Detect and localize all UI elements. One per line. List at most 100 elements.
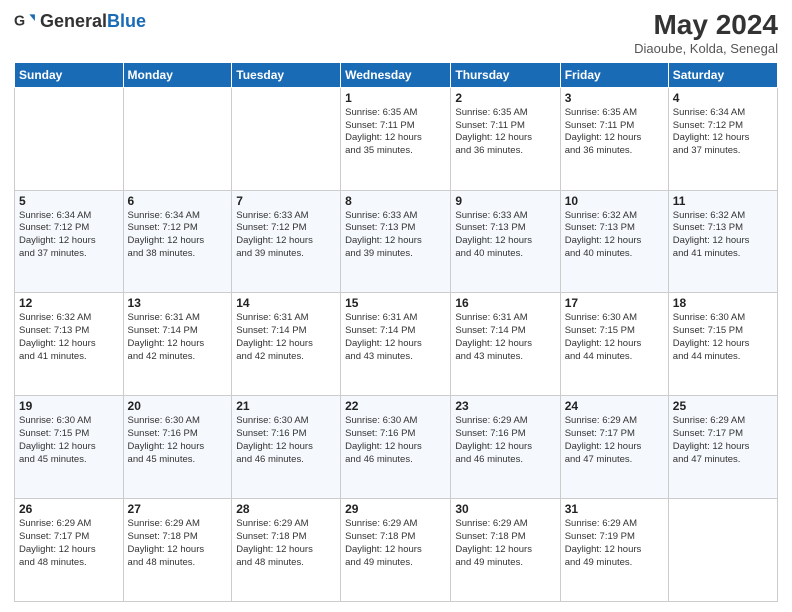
calendar-cell: 28Sunrise: 6:29 AM Sunset: 7:18 PM Dayli… [232, 499, 341, 602]
page-header: G GeneralBlue May 2024 Diaoube, Kolda, S… [14, 10, 778, 56]
day-info: Sunrise: 6:32 AM Sunset: 7:13 PM Dayligh… [673, 210, 773, 261]
day-number: 9 [455, 194, 555, 208]
generalblue-logo-icon: G [14, 10, 36, 32]
calendar-cell: 13Sunrise: 6:31 AM Sunset: 7:14 PM Dayli… [123, 293, 232, 396]
calendar-week-row: 5 Sunrise: 6:34 AM Sunset: 7:12 PM Daylig… [15, 190, 778, 293]
day-info: Sunrise: 6:29 AM Sunset: 7:16 PM Dayligh… [455, 415, 555, 466]
day-info: Sunrise: 6:30 AM Sunset: 7:16 PM Dayligh… [128, 415, 228, 466]
calendar-cell: 31Sunrise: 6:29 AM Sunset: 7:19 PM Dayli… [560, 499, 668, 602]
logo: G GeneralBlue [14, 10, 146, 32]
col-tuesday: Tuesday [232, 62, 341, 87]
col-thursday: Thursday [451, 62, 560, 87]
day-number: 7 [236, 194, 336, 208]
day-info: Sunrise: 6:30 AM Sunset: 7:16 PM Dayligh… [236, 415, 336, 466]
day-number: 15 [345, 296, 446, 310]
day-number: 14 [236, 296, 336, 310]
calendar-cell: 1 Sunrise: 6:35 AM Sunset: 7:11 PM Daylig… [341, 87, 451, 190]
calendar-week-row: 1 Sunrise: 6:35 AM Sunset: 7:11 PM Daylig… [15, 87, 778, 190]
day-number: 19 [19, 399, 119, 413]
day-number: 5 [19, 194, 119, 208]
day-number: 24 [565, 399, 664, 413]
day-info: Sunrise: 6:29 AM Sunset: 7:19 PM Dayligh… [565, 518, 664, 569]
day-number: 18 [673, 296, 773, 310]
day-info: Sunrise: 6:29 AM Sunset: 7:17 PM Dayligh… [19, 518, 119, 569]
calendar-cell: 27 Sunrise: 6:29 AM Sunset: 7:18 PM Dayli… [123, 499, 232, 602]
day-info: Sunrise: 6:32 AM Sunset: 7:13 PM Dayligh… [565, 210, 664, 261]
day-info: Sunrise: 6:29 AM Sunset: 7:17 PM Dayligh… [673, 415, 773, 466]
day-info: Sunrise: 6:35 AM Sunset: 7:11 PM Dayligh… [345, 107, 446, 158]
calendar-week-row: 26 Sunrise: 6:29 AM Sunset: 7:17 PM Dayli… [15, 499, 778, 602]
day-info: Sunrise: 6:29 AM Sunset: 7:18 PM Dayligh… [128, 518, 228, 569]
calendar-cell: 3 Sunrise: 6:35 AM Sunset: 7:11 PM Daylig… [560, 87, 668, 190]
day-info: Sunrise: 6:34 AM Sunset: 7:12 PM Dayligh… [19, 210, 119, 261]
day-number: 27 [128, 502, 228, 516]
calendar-header-row: Sunday Monday Tuesday Wednesday Thursday… [15, 62, 778, 87]
calendar-cell: 15 Sunrise: 6:31 AM Sunset: 7:14 PM Dayli… [341, 293, 451, 396]
calendar-cell: 17 Sunrise: 6:30 AM Sunset: 7:15 PM Dayli… [560, 293, 668, 396]
calendar-cell: 30Sunrise: 6:29 AM Sunset: 7:18 PM Dayli… [451, 499, 560, 602]
day-number: 2 [455, 91, 555, 105]
calendar-cell: 23 Sunrise: 6:29 AM Sunset: 7:16 PM Dayli… [451, 396, 560, 499]
calendar-cell: 19 Sunrise: 6:30 AM Sunset: 7:15 PM Dayli… [15, 396, 124, 499]
calendar-week-row: 19 Sunrise: 6:30 AM Sunset: 7:15 PM Dayli… [15, 396, 778, 499]
calendar-cell: 4 Sunrise: 6:34 AM Sunset: 7:12 PM Daylig… [668, 87, 777, 190]
col-sunday: Sunday [15, 62, 124, 87]
month-title: May 2024 [634, 10, 778, 41]
logo-blue: Blue [107, 11, 146, 31]
calendar-cell [123, 87, 232, 190]
day-info: Sunrise: 6:35 AM Sunset: 7:11 PM Dayligh… [565, 107, 664, 158]
day-number: 8 [345, 194, 446, 208]
calendar-cell: 12Sunrise: 6:32 AM Sunset: 7:13 PM Dayli… [15, 293, 124, 396]
location: Diaoube, Kolda, Senegal [634, 41, 778, 56]
day-number: 23 [455, 399, 555, 413]
day-info: Sunrise: 6:31 AM Sunset: 7:14 PM Dayligh… [128, 312, 228, 363]
calendar-cell: 16 Sunrise: 6:31 AM Sunset: 7:14 PM Dayli… [451, 293, 560, 396]
day-info: Sunrise: 6:31 AM Sunset: 7:14 PM Dayligh… [345, 312, 446, 363]
calendar-cell: 26 Sunrise: 6:29 AM Sunset: 7:17 PM Dayli… [15, 499, 124, 602]
calendar-cell: 6Sunrise: 6:34 AM Sunset: 7:12 PM Daylig… [123, 190, 232, 293]
day-number: 4 [673, 91, 773, 105]
calendar-table: Sunday Monday Tuesday Wednesday Thursday… [14, 62, 778, 602]
day-number: 10 [565, 194, 664, 208]
calendar-cell: 2Sunrise: 6:35 AM Sunset: 7:11 PM Daylig… [451, 87, 560, 190]
day-number: 16 [455, 296, 555, 310]
day-info: Sunrise: 6:29 AM Sunset: 7:17 PM Dayligh… [565, 415, 664, 466]
calendar-cell: 11Sunrise: 6:32 AM Sunset: 7:13 PM Dayli… [668, 190, 777, 293]
calendar-cell: 21Sunrise: 6:30 AM Sunset: 7:16 PM Dayli… [232, 396, 341, 499]
day-info: Sunrise: 6:33 AM Sunset: 7:13 PM Dayligh… [345, 210, 446, 261]
calendar-cell: 14 Sunrise: 6:31 AM Sunset: 7:14 PM Dayli… [232, 293, 341, 396]
calendar-cell: 22 Sunrise: 6:30 AM Sunset: 7:16 PM Dayli… [341, 396, 451, 499]
day-number: 26 [19, 502, 119, 516]
svg-text:G: G [14, 13, 25, 29]
calendar-cell [232, 87, 341, 190]
day-info: Sunrise: 6:33 AM Sunset: 7:12 PM Dayligh… [236, 210, 336, 261]
calendar-cell: 24 Sunrise: 6:29 AM Sunset: 7:17 PM Dayli… [560, 396, 668, 499]
calendar-cell [668, 499, 777, 602]
day-number: 3 [565, 91, 664, 105]
col-friday: Friday [560, 62, 668, 87]
day-info: Sunrise: 6:34 AM Sunset: 7:12 PM Dayligh… [673, 107, 773, 158]
day-number: 25 [673, 399, 773, 413]
day-number: 30 [455, 502, 555, 516]
day-info: Sunrise: 6:33 AM Sunset: 7:13 PM Dayligh… [455, 210, 555, 261]
day-number: 1 [345, 91, 446, 105]
calendar-cell: 9 Sunrise: 6:33 AM Sunset: 7:13 PM Daylig… [451, 190, 560, 293]
logo-text: GeneralBlue [40, 11, 146, 32]
day-info: Sunrise: 6:30 AM Sunset: 7:15 PM Dayligh… [565, 312, 664, 363]
day-info: Sunrise: 6:31 AM Sunset: 7:14 PM Dayligh… [236, 312, 336, 363]
header-right: May 2024 Diaoube, Kolda, Senegal [634, 10, 778, 56]
day-number: 17 [565, 296, 664, 310]
day-number: 22 [345, 399, 446, 413]
calendar-cell: 29Sunrise: 6:29 AM Sunset: 7:18 PM Dayli… [341, 499, 451, 602]
day-number: 28 [236, 502, 336, 516]
col-monday: Monday [123, 62, 232, 87]
calendar-cell: 10 Sunrise: 6:32 AM Sunset: 7:13 PM Dayli… [560, 190, 668, 293]
day-info: Sunrise: 6:31 AM Sunset: 7:14 PM Dayligh… [455, 312, 555, 363]
calendar-cell: 20 Sunrise: 6:30 AM Sunset: 7:16 PM Dayli… [123, 396, 232, 499]
day-number: 20 [128, 399, 228, 413]
calendar-cell [15, 87, 124, 190]
day-number: 12 [19, 296, 119, 310]
day-info: Sunrise: 6:30 AM Sunset: 7:15 PM Dayligh… [19, 415, 119, 466]
calendar-cell: 18Sunrise: 6:30 AM Sunset: 7:15 PM Dayli… [668, 293, 777, 396]
day-info: Sunrise: 6:30 AM Sunset: 7:16 PM Dayligh… [345, 415, 446, 466]
